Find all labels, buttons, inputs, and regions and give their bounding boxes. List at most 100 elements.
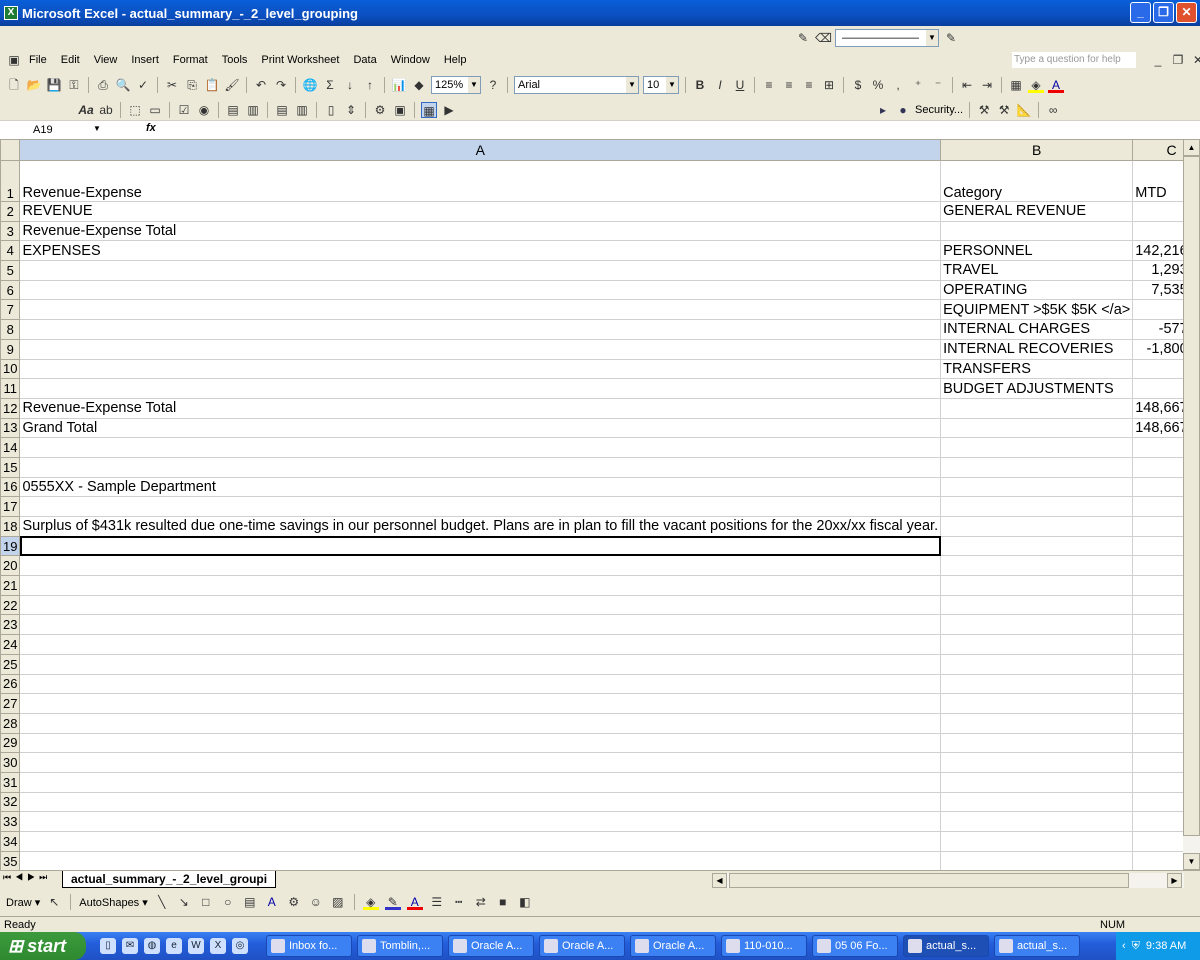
cell-a21[interactable] [19, 575, 942, 596]
quicklaunch-ie-icon[interactable]: e [166, 938, 182, 954]
scroll-right-button[interactable]: ▶ [1167, 873, 1182, 888]
row-header[interactable]: 5 [0, 260, 21, 281]
row-header[interactable]: 9 [0, 338, 21, 360]
scroll-up-button[interactable]: ▲ [1183, 139, 1200, 156]
horizontal-scrollbar[interactable]: ◀ ▶ [712, 873, 1184, 888]
button-icon[interactable]: ▭ [147, 102, 163, 118]
cell-a30[interactable] [19, 752, 942, 773]
cell-c9[interactable]: -1,800.00 [1132, 338, 1183, 360]
line-style-select[interactable]: ——————— ▼ [835, 29, 939, 47]
cell-c21[interactable] [1132, 575, 1183, 596]
cell-c27[interactable] [1132, 693, 1183, 714]
doc-minimize-button[interactable]: _ [1150, 52, 1166, 68]
cell-b35[interactable] [940, 850, 1134, 870]
row-header[interactable]: 14 [0, 437, 21, 458]
cell-a23[interactable] [19, 614, 942, 636]
row-header[interactable]: 18 [0, 516, 21, 537]
cell-b29[interactable] [940, 732, 1134, 754]
cell-b2[interactable]: GENERAL REVENUE [940, 201, 1134, 222]
cell-c33[interactable] [1132, 811, 1183, 832]
cell-a12[interactable]: Revenue-Expense Total [19, 397, 942, 419]
menu-edit[interactable]: Edit [61, 54, 80, 66]
cell-b34[interactable] [940, 831, 1134, 852]
row-header[interactable]: 7 [0, 299, 21, 321]
menu-data[interactable]: Data [353, 54, 376, 66]
row-header[interactable]: 2 [0, 201, 21, 222]
row-header[interactable]: 8 [0, 319, 21, 340]
taskbar-button[interactable]: actual_s... [994, 935, 1080, 957]
cell-a5[interactable] [19, 260, 942, 281]
fill-color-draw-icon[interactable]: ◈ [362, 894, 379, 910]
font-size-select[interactable]: 10 ▼ [643, 76, 679, 94]
vertical-scroll-thumb[interactable] [1183, 156, 1200, 836]
cell-a1[interactable]: Revenue-Expense [19, 160, 942, 202]
row-header[interactable]: 10 [0, 358, 21, 380]
security-button[interactable]: Security... [915, 104, 963, 116]
cell-c15[interactable] [1132, 456, 1183, 478]
clipart-icon[interactable]: ☺ [308, 894, 324, 910]
taskbar-button[interactable]: actual_s... [903, 935, 989, 957]
percent-icon[interactable]: % [870, 77, 886, 93]
cell-b6[interactable]: OPERATING [940, 279, 1134, 301]
pencil-icon[interactable]: ✎ [795, 30, 811, 46]
scroll-bar-icon[interactable]: ▯ [323, 102, 339, 118]
row-header[interactable]: 12 [0, 397, 21, 419]
menu-view[interactable]: View [94, 54, 118, 66]
row-header[interactable]: 28 [0, 712, 21, 734]
shadow-icon[interactable]: ■ [495, 894, 511, 910]
new-icon[interactable]: 🗋 [6, 77, 22, 93]
cell-c22[interactable] [1132, 594, 1183, 616]
cell-a14[interactable] [19, 437, 942, 458]
cell-b15[interactable] [940, 456, 1134, 478]
menu-print-worksheet[interactable]: Print Worksheet [261, 54, 339, 66]
eraser-icon[interactable]: ⌫ [815, 30, 832, 46]
cell-c23[interactable] [1132, 614, 1183, 636]
taskbar-button[interactable]: Oracle A... [630, 935, 716, 957]
sort-ascending-icon[interactable]: ↓ [342, 77, 358, 93]
list-box-icon[interactable]: ▤ [225, 102, 241, 118]
sheet-tab[interactable]: actual_summary_-_2_level_groupi [62, 871, 277, 888]
cell-b26[interactable] [940, 673, 1134, 695]
line-color-icon[interactable]: ✎ [943, 30, 959, 46]
cell-a25[interactable] [19, 653, 942, 675]
cell-c12[interactable]: 148,667.46 [1132, 397, 1183, 419]
row-header[interactable]: 32 [0, 791, 21, 813]
cell-c2[interactable]: 0 [1132, 201, 1183, 222]
row-header[interactable]: 20 [0, 555, 21, 577]
sheet-nav-buttons[interactable]: ⏮◀▶⏭ [3, 872, 51, 883]
run-dialog-icon[interactable]: ▶ [441, 102, 457, 118]
cell-b24[interactable] [940, 634, 1134, 655]
fill-color-icon[interactable]: ◈ [1028, 77, 1044, 93]
cell-a20[interactable] [19, 555, 942, 577]
cell-b9[interactable]: INTERNAL RECOVERIES [940, 338, 1134, 360]
cell-c13[interactable]: 148,667.46 [1132, 417, 1183, 439]
cell-c1[interactable]: MTD [1132, 160, 1183, 202]
cell-a9[interactable] [19, 338, 942, 360]
hyperlink-icon[interactable]: 🌐 [302, 77, 318, 93]
increase-decimal-icon[interactable]: ⁺ [910, 77, 926, 93]
doc-restore-button[interactable]: ❐ [1170, 52, 1186, 68]
italic-icon[interactable]: I [712, 77, 728, 93]
fx-icon[interactable]: fx [146, 122, 156, 134]
column-header-a[interactable]: A [19, 139, 942, 161]
help-search-input[interactable]: Type a question for help [1012, 52, 1136, 68]
cell-c26[interactable] [1132, 673, 1183, 695]
oval-icon[interactable]: ○ [220, 894, 236, 910]
cell-b13[interactable] [940, 417, 1134, 439]
cell-a13[interactable]: Grand Total [19, 417, 942, 439]
minimize-button[interactable]: _ [1130, 2, 1151, 23]
cell-c34[interactable] [1132, 831, 1183, 852]
arrow-icon[interactable]: ↘ [176, 894, 192, 910]
row-header[interactable]: 15 [0, 456, 21, 478]
edit-box-icon[interactable]: ab [98, 102, 114, 118]
font-color-icon[interactable]: A [1048, 77, 1064, 93]
combo-list-edit-icon[interactable]: ▤ [274, 102, 290, 118]
underline-icon[interactable]: U [732, 77, 748, 93]
cell-b21[interactable] [940, 575, 1134, 596]
format-painter-icon[interactable]: 🖌 [224, 77, 240, 93]
quicklaunch-desktop-icon[interactable]: ▯ [100, 938, 116, 954]
textbox-icon[interactable]: ▤ [242, 894, 258, 910]
row-header[interactable]: 24 [0, 634, 21, 655]
wordart-icon[interactable]: A [264, 894, 280, 910]
quicklaunch-app-icon[interactable]: ◎ [232, 938, 248, 954]
